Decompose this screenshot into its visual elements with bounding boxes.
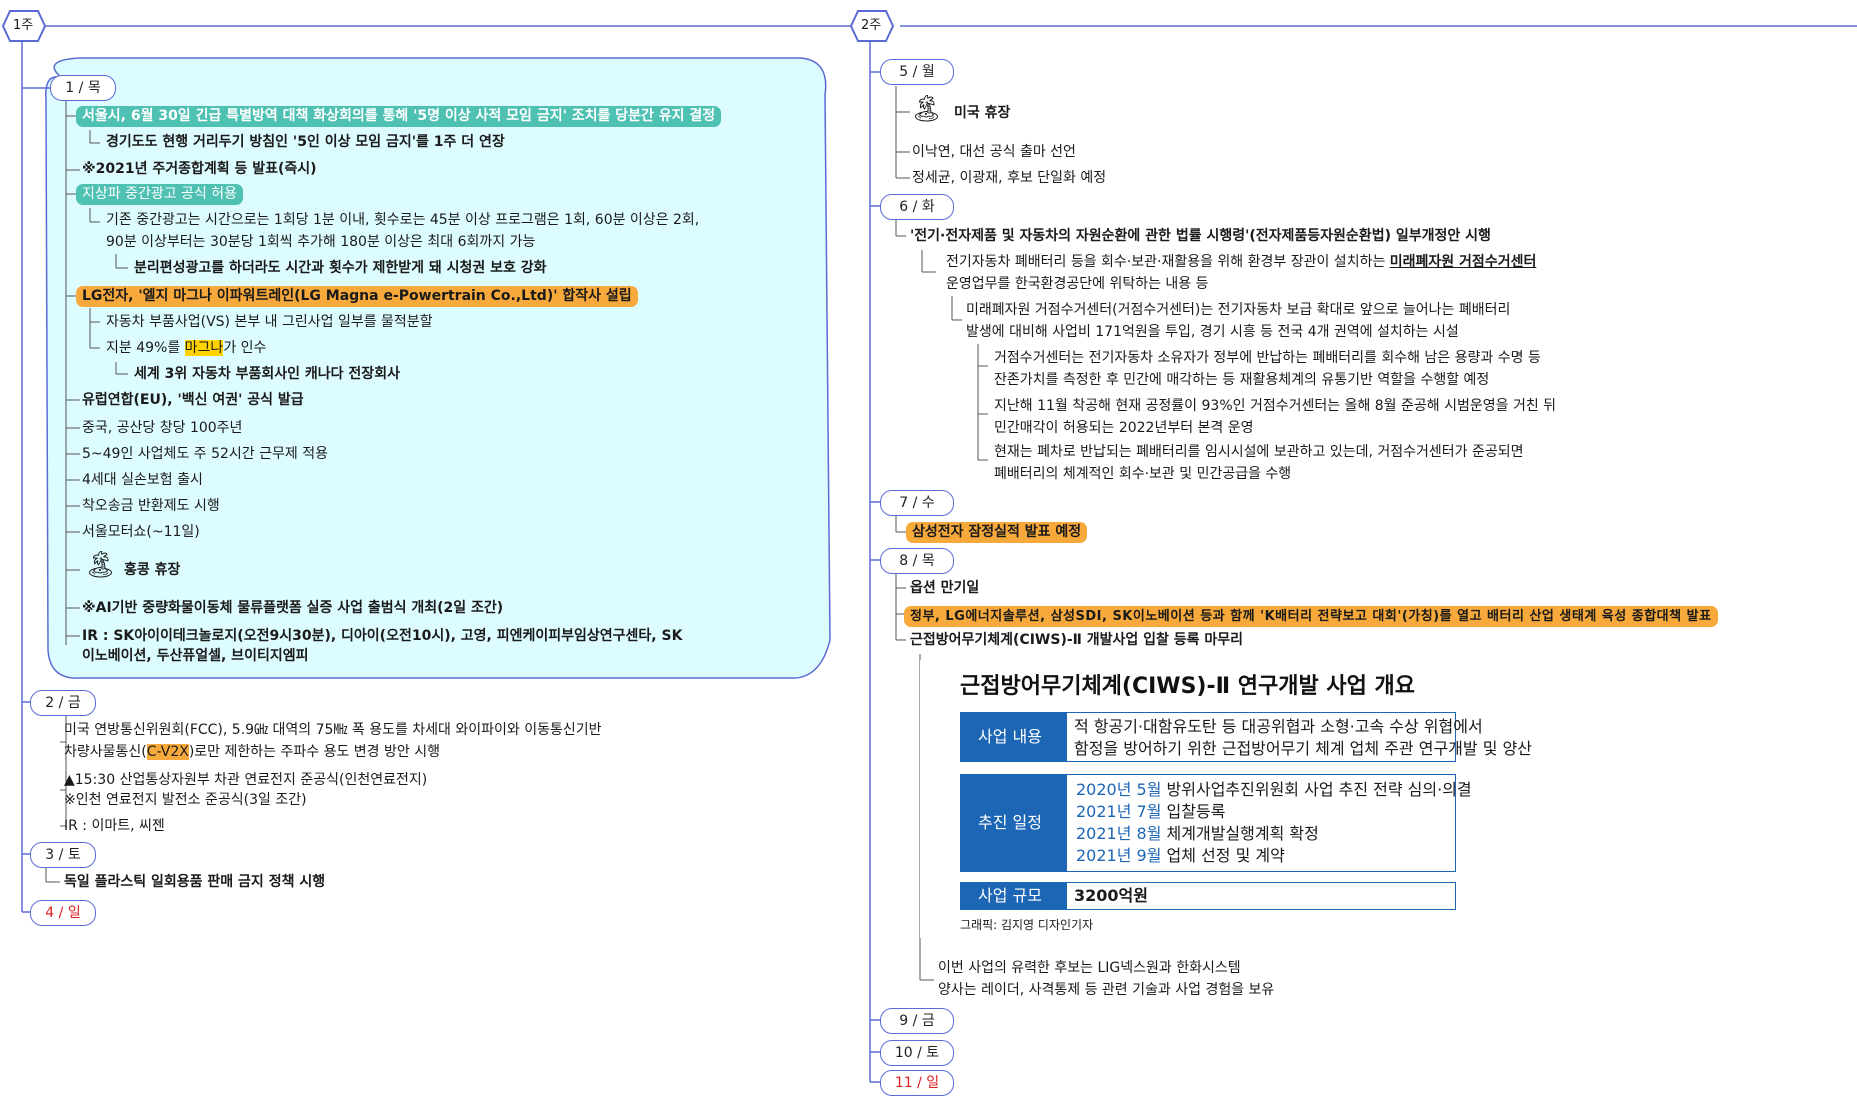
schedule-desc: 체계개발실행계획 확정 [1166, 824, 1319, 843]
day-node-sun4[interactable]: 4 / 일 [30, 900, 96, 926]
thu1-item-seoul-gathering-ban: 서울시, 6월 30일 긴급 특별방역 대책 화상회의를 통해 '5명 이상 사… [76, 106, 722, 127]
thu1-item-52hour: 5~49인 사업체도 주 52시간 근무제 적용 [82, 446, 328, 462]
thu1-item-midroll-detail-1: 기존 중간광고는 시간으로는 1회당 1분 이내, 횟수로는 45분 이상 프로… [106, 212, 700, 228]
thu8-item-option-expiry: 옵션 만기일 [910, 580, 980, 596]
cv2x-highlight: C-V2X [146, 744, 189, 760]
schedule-desc: 업체 선정 및 계약 [1166, 846, 1285, 865]
tue6-item-role-1: 거점수거센터는 전기자동차 소유자가 정부에 반납하는 폐배터리를 회수해 남은… [994, 350, 1541, 366]
info-schedule-label: 추진 일정 [978, 813, 1042, 832]
schedule-date: 2021년 9월 [1076, 846, 1162, 865]
center-pre: 전기자동차 폐배터리 등을 회수·보관·재활용을 위해 환경부 장관이 설치하는 [946, 254, 1390, 270]
week1-label: 1주 [13, 18, 34, 33]
thu1-item-magna-stake: 지분 49%를 마그나가 인수 [106, 340, 266, 357]
day-node-sun11[interactable]: 11 / 일 [880, 1070, 954, 1096]
thu1-item-insurance: 4세대 실손보험 출시 [82, 472, 203, 488]
fri2-item-fcc-2: 차량사물통신(C-V2X)로만 제한하는 주파수 용도 변경 방안 시행 [64, 744, 440, 761]
info-schedule-row: 2020년 5월 방위사업추진위원회 사업 추진 전략 심의·의결 [1076, 780, 1472, 799]
tue6-item-center-2: 운영업무를 한국환경공단에 위탁하는 내용 등 [946, 276, 1209, 292]
tue6-item-progress-2: 민간매각이 허용되는 2022년부터 본격 운영 [994, 420, 1254, 436]
thu8-item-ciws: 근접방어무기체계(CIWS)-Ⅱ 개발사업 입찰 등록 마무리 [910, 632, 1244, 648]
day-node-tue6[interactable]: 6 / 화 [880, 194, 954, 220]
thu1-item-motorshow: 서울모터쇼(~11일) [82, 524, 200, 540]
tue6-item-role-2: 잔존가치를 측정한 후 민간에 매각하는 등 재활용체계의 유통기반 역할을 수… [994, 372, 1490, 388]
info-schedule-row: 2021년 8월 체계개발실행계획 확정 [1076, 824, 1319, 843]
thu1-item-ai-logistics: ※AI기반 중량화물이동체 물류플랫폼 실증 사업 출범식 개최(2일 조간) [82, 600, 504, 616]
tue6-item-current-2: 폐배터리의 체계적인 회수·보관 및 민간공급을 수행 [994, 466, 1292, 482]
tue6-item-center-desc-2: 발생에 대비해 사업비 171억원을 투입, 경기 시흥 등 전국 4개 권역에… [966, 324, 1459, 340]
day-node-thu8[interactable]: 8 / 목 [880, 548, 954, 574]
schedule-desc: 입찰등록 [1166, 802, 1226, 821]
thu8-item-candidates-2: 양사는 레이더, 사격통제 등 관련 기술과 사업 경험을 보유 [938, 982, 1275, 998]
magna-stake-pre: 지분 49%를 [106, 340, 185, 356]
day-node-sat3[interactable]: 3 / 토 [30, 842, 96, 868]
day-node-fri2[interactable]: 2 / 금 [30, 690, 96, 716]
info-schedule-row: 2021년 7월 입찰등록 [1076, 802, 1225, 821]
thu1-item-housing-plan: ※2021년 주거종합계획 등 발표(즉시) [82, 161, 317, 177]
schedule-date: 2021년 7월 [1076, 802, 1162, 821]
sat3-item-germany-plastic: 독일 플라스틱 일회용품 판매 금지 정책 시행 [64, 874, 326, 890]
mon5-item-lee-nakyon: 이낙연, 대선 공식 출마 선언 [912, 144, 1076, 160]
thu1-item-midroll-ads: 지상파 중간광고 공식 허용 [76, 184, 244, 205]
thu1-item-remittance: 착오송금 반환제도 시행 [82, 498, 220, 514]
tue6-item-law: '전기·전자제품 및 자동차의 자원순환에 관한 법률 시행령'(전자제품등자원… [910, 228, 1491, 244]
day-node-fri9[interactable]: 9 / 금 [880, 1008, 954, 1034]
ciws-infographic: 근접방어무기체계(CIWS)-Ⅱ 연구개발 사업 개요 사업 내용 적 항공기·… [920, 660, 1536, 938]
info-scale-label: 사업 규모 [978, 886, 1042, 905]
thu1-item-magna-desc: 세계 3위 자동차 부품회사인 캐나다 전장회사 [134, 366, 400, 382]
thu8-item-candidates-1: 이번 사업의 유력한 후보는 LIG넥스원과 한화시스템 [938, 960, 1241, 976]
palm-tree-icon: 🏝 [84, 550, 118, 580]
wed7-item-samsung-earnings: 삼성전자 잠정실적 발표 예정 [906, 522, 1088, 543]
info-scale-value: 3200억원 [1074, 886, 1148, 905]
day-node-thu1[interactable]: 1 / 목 [50, 75, 116, 101]
palm-tree-icon: 🏝 [910, 94, 944, 124]
thu1-item-lg-spinoff: 자동차 부품사업(VS) 본부 내 그린사업 일부를 물적분할 [106, 314, 433, 330]
thu8-item-k-battery: 정부, LG에너지솔루션, 삼성SDI, SK이노베이션 등과 함께 'K배터리… [904, 606, 1718, 627]
thu1-item-ir-1: IR : SK아이이테크놀로지(오전9시30분), 디아이(오전10시), 고영… [82, 628, 683, 644]
tue6-item-current-1: 현재는 폐차로 반납되는 폐배터리를 임시시설에 보관하고 있는데, 거점수거센… [994, 444, 1524, 460]
schedule-desc: 방위사업추진위원회 사업 추진 전략 심의·의결 [1166, 780, 1472, 799]
thu1-item-gyeonggi-extend: 경기도도 현행 거리두기 방침인 '5인 이상 모임 금지'를 1주 더 연장 [106, 134, 505, 150]
thu1-item-eu-vaccine-passport: 유럽연합(EU), '백신 여권' 공식 발급 [82, 392, 304, 408]
fri2-item-ir: IR : 이마트, 씨젠 [64, 818, 165, 834]
fcc-post: )로만 제한하는 주파수 용도 변경 방안 시행 [188, 744, 440, 760]
info-content-label: 사업 내용 [978, 727, 1042, 746]
tue6-item-center-desc-1: 미래폐자원 거점수거센터(거점수거센터)는 전기자동차 보급 확대로 앞으로 늘… [966, 302, 1511, 318]
schedule-date: 2021년 8월 [1076, 824, 1162, 843]
mon5-item-us-holiday: 미국 휴장 [954, 105, 1011, 121]
info-schedule-row: 2021년 9월 업체 선정 및 계약 [1076, 846, 1285, 865]
info-content-1: 적 항공기·대함유도탄 등 대공위협과 소형·고속 수상 위협에서 [1074, 717, 1483, 736]
fri2-item-fuelcell-2: ※인천 연료전지 발전소 준공식(3일 조간) [64, 792, 307, 808]
week2-label: 2주 [861, 18, 882, 33]
thu1-item-ir-2: 이노베이션, 두산퓨얼셀, 브이티지엠피 [82, 648, 309, 664]
info-content-2: 함정을 방어하기 위한 근접방어무기 체계 업체 주관 연구개발 및 양산 [1074, 739, 1532, 758]
day-node-sat10[interactable]: 10 / 토 [880, 1040, 954, 1066]
info-title: 근접방어무기체계(CIWS)-Ⅱ 연구개발 사업 개요 [960, 674, 1415, 699]
magna-stake-post: 가 인수 [223, 340, 267, 356]
fri2-item-fuelcell-1: ▲15:30 산업통상자원부 차관 연료전지 준공식(인천연료전지) [64, 772, 428, 788]
center-underlined: 미래폐자원 거점수거센터 [1389, 254, 1537, 270]
mon5-item-unification: 정세균, 이광재, 후보 단일화 예정 [912, 170, 1107, 186]
thu1-item-midroll-protection: 분리편성광고를 하더라도 시간과 횟수가 제한받게 돼 시청권 보호 강화 [134, 260, 547, 276]
day-node-mon5[interactable]: 5 / 월 [880, 59, 954, 85]
day-node-wed7[interactable]: 7 / 수 [880, 490, 954, 516]
thu1-item-cpc-100: 중국, 공산당 창당 100주년 [82, 420, 243, 436]
magna-highlight: 마그나 [184, 340, 224, 356]
tue6-item-progress-1: 지난해 11월 착공해 현재 공정률이 93%인 거점수거센터는 올해 8월 준… [994, 398, 1557, 414]
fri2-item-fcc-1: 미국 연방통신위원회(FCC), 5.9㎓ 대역의 75㎒ 폭 용도를 차세대 … [64, 722, 602, 738]
thu1-item-hk-holiday: 홍콩 휴장 [124, 562, 181, 578]
tue6-item-center-1: 전기자동차 폐배터리 등을 회수·보관·재활용을 위해 환경부 장관이 설치하는… [946, 254, 1536, 271]
fcc-pre: 차량사물통신( [64, 744, 147, 760]
schedule-date: 2020년 5월 [1076, 780, 1162, 799]
thu1-item-midroll-detail-2: 90분 이상부터는 30분당 1회씩 추가해 180분 이상은 최대 6회까지 … [106, 234, 536, 250]
thu1-item-lg-magna-jv: LG전자, '엘지 마그나 이파워트레인(LG Magna e-Powertra… [76, 286, 638, 307]
info-credit: 그래픽: 김지영 디자인기자 [960, 918, 1094, 932]
